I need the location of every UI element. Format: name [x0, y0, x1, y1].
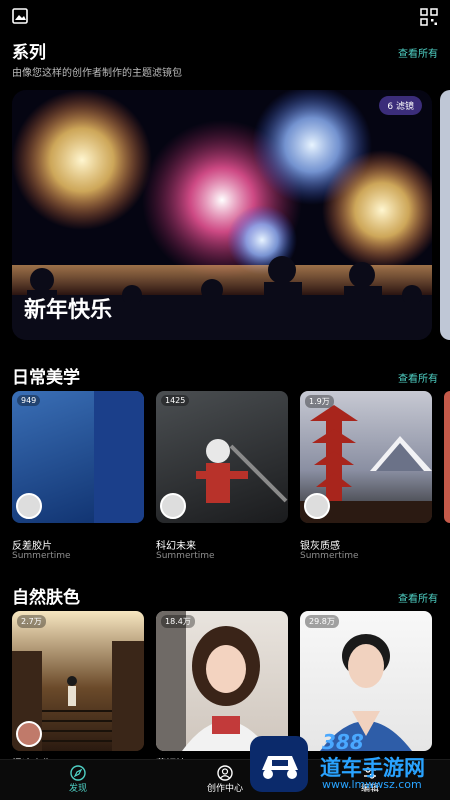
nature-title: 自然肤色	[12, 588, 80, 608]
filter-count-badge: 6 滤镜	[379, 96, 422, 115]
download-count: 1425	[161, 395, 190, 406]
nature-card-1[interactable]: 2.7万	[12, 611, 144, 751]
download-count: 949	[17, 395, 41, 406]
hero-title: 新年快乐	[24, 298, 113, 323]
avatar	[16, 493, 42, 519]
daily-card-2[interactable]: 1425	[156, 391, 288, 523]
watermark-number: 388	[322, 730, 364, 754]
daily-card-3-author: Summertime	[300, 551, 359, 561]
next-hero-card-peek[interactable]	[440, 90, 450, 340]
nav-creator-center-label: 创作中心	[206, 784, 243, 794]
image-icon[interactable]	[12, 8, 28, 24]
daily-card-2-author: Summertime	[156, 551, 215, 561]
avatar	[16, 721, 42, 747]
user-circle-icon	[217, 765, 233, 781]
daily-next-card-peek[interactable]	[444, 391, 450, 523]
portrait-girl-image	[156, 611, 270, 751]
series-title: 系列	[12, 43, 46, 63]
download-count: 2.7万	[17, 615, 46, 628]
daily-card-1-author: Summertime	[12, 551, 71, 561]
download-count: 18.4万	[161, 615, 195, 628]
top-bar	[0, 0, 450, 36]
download-count: 29.8万	[305, 615, 339, 628]
door-decoration	[94, 391, 144, 523]
daily-card-1[interactable]: 949	[12, 391, 144, 523]
nav-discover[interactable]: 发现	[48, 765, 108, 794]
site-watermark: 388 道车手游网 www.lmwwsz.com	[248, 730, 444, 794]
compass-icon	[70, 765, 86, 781]
nature-card-2[interactable]: 18.4万	[156, 611, 288, 751]
daily-card-2-name: 科幻未来	[156, 541, 196, 552]
portrait-boy-image	[320, 634, 412, 751]
series-hero-card[interactable]: 6 滤镜 新年快乐	[12, 90, 432, 340]
daily-card-1-name: 反差胶片	[12, 541, 52, 552]
series-subtitle: 由像您这样的创作者制作的主题滤镜包	[12, 68, 182, 79]
daily-card-3[interactable]: 1.9万	[300, 391, 432, 523]
daily-title: 日常美学	[12, 368, 80, 388]
series-see-all-link[interactable]: 查看所有	[398, 45, 438, 60]
nav-creator-center[interactable]: 创作中心	[195, 765, 255, 794]
avatar	[304, 493, 330, 519]
nature-card-3[interactable]: 29.8万	[300, 611, 432, 751]
qr-scan-icon[interactable]	[420, 8, 438, 26]
daily-card-3-name: 银灰质感	[300, 541, 340, 552]
watermark-url: www.lmwwsz.com	[322, 778, 422, 791]
download-count: 1.9万	[305, 395, 334, 408]
nav-discover-label: 发现	[68, 784, 87, 794]
avatar	[160, 493, 186, 519]
nature-see-all-link[interactable]: 查看所有	[398, 590, 438, 605]
car-logo-icon	[250, 736, 308, 792]
daily-see-all-link[interactable]: 查看所有	[398, 370, 438, 385]
